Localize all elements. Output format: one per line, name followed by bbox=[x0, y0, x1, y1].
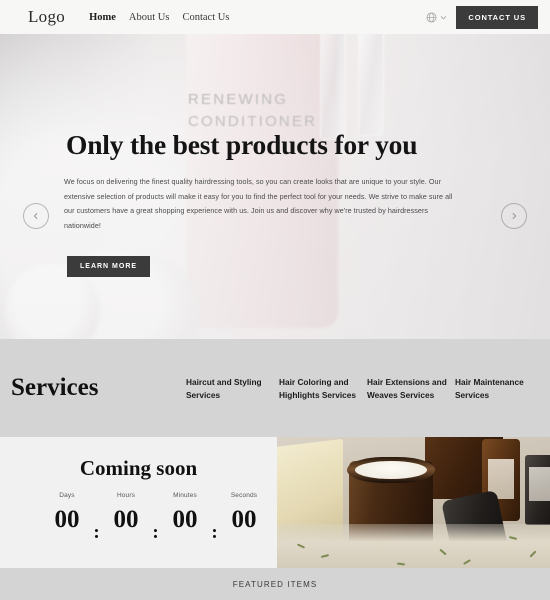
landing-page: Logo Home About Us Contact Us CONTACT US bbox=[0, 0, 550, 600]
services-list: Haircut and Styling Services Hair Colori… bbox=[186, 374, 550, 402]
chevron-down-icon bbox=[441, 15, 447, 20]
countdown-seconds: Seconds 00 bbox=[219, 492, 269, 535]
countdown-minutes-label: Minutes bbox=[173, 492, 197, 499]
site-logo[interactable]: Logo bbox=[28, 7, 65, 27]
countdown-separator-1: : bbox=[93, 522, 100, 543]
countdown-hours-value: 00 bbox=[113, 506, 139, 533]
countdown-separator-2: : bbox=[152, 522, 159, 543]
countdown-separator-3: : bbox=[211, 522, 218, 543]
nav-item-about-us[interactable]: About Us bbox=[129, 12, 170, 23]
countdown-days: Days 00 bbox=[42, 492, 92, 535]
product-photo bbox=[277, 437, 550, 568]
service-item-hair-coloring-and-highlights[interactable]: Hair Coloring and Highlights Services bbox=[279, 376, 367, 402]
chevron-right-icon bbox=[512, 212, 517, 220]
language-selector[interactable] bbox=[426, 12, 447, 23]
services-title: Services bbox=[11, 374, 99, 401]
globe-icon bbox=[426, 12, 437, 22]
featured-items-bar: FEATURED ITEMS bbox=[0, 568, 550, 600]
coming-soon-section: Coming soon Days 00 : Hours 00 : Minutes… bbox=[0, 437, 277, 568]
countdown-minutes-value: 00 bbox=[172, 506, 198, 533]
hero-learn-more-button[interactable]: LEARN MORE bbox=[67, 256, 151, 277]
nav-item-contact-us[interactable]: Contact Us bbox=[182, 12, 229, 23]
hero-title: Only the best products for you bbox=[66, 129, 418, 160]
countdown-days-label: Days bbox=[59, 492, 75, 499]
countdown-days-value: 00 bbox=[54, 506, 80, 533]
main-nav: Home About Us Contact Us bbox=[89, 12, 229, 23]
countdown-hours-label: Hours bbox=[116, 492, 136, 499]
countdown-hours: Hours 00 bbox=[101, 492, 151, 535]
nav-item-home[interactable]: Home bbox=[89, 12, 116, 23]
service-item-hair-maintenance[interactable]: Hair Maintenance Services bbox=[455, 376, 536, 402]
site-header: Logo Home About Us Contact Us CONTACT US bbox=[0, 0, 550, 34]
service-item-hair-extensions-and-weaves[interactable]: Hair Extensions and Weaves Services bbox=[367, 376, 455, 402]
coming-soon-title: Coming soon bbox=[79, 456, 198, 480]
service-item-haircut-and-styling[interactable]: Haircut and Styling Services bbox=[186, 376, 279, 402]
header-contact-us-button[interactable]: CONTACT US bbox=[456, 5, 538, 29]
countdown-seconds-label: Seconds bbox=[230, 492, 258, 499]
featured-items-label: FEATURED ITEMS bbox=[232, 579, 318, 589]
countdown-minutes: Minutes 00 bbox=[160, 492, 210, 535]
hero-paragraph: We focus on delivering the finest qualit… bbox=[64, 177, 453, 230]
countdown-timer: Days 00 : Hours 00 : Minutes 00 : Second… bbox=[42, 492, 269, 548]
hero-content: Only the best products for you We focus … bbox=[0, 34, 550, 339]
services-section: Services Haircut and Styling Services Ha… bbox=[0, 339, 550, 437]
chevron-left-icon bbox=[33, 212, 38, 220]
carousel-next-button[interactable] bbox=[501, 203, 527, 229]
header-actions: CONTACT US bbox=[426, 5, 538, 29]
carousel-prev-button[interactable] bbox=[23, 203, 49, 229]
countdown-seconds-value: 00 bbox=[231, 506, 257, 533]
hero-carousel: RENEWING CONDITIONER Only the best produ… bbox=[0, 34, 550, 339]
